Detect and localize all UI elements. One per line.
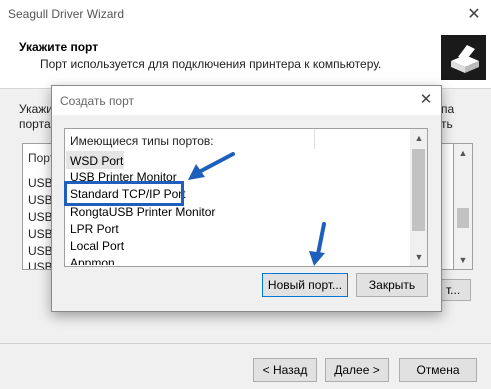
wizard-close-icon[interactable]: ✕ [463,4,485,26]
wizard-subheading: Порт используется для подключения принте… [40,57,382,71]
wizard-body-text: ть [441,117,453,131]
port-type-item[interactable]: WSD Port [70,153,123,169]
scroll-up-icon[interactable]: ▲ [414,133,424,143]
close-button[interactable]: Закрыть [356,273,428,297]
port-types-header: Имеющиеся типы портов: [70,134,214,148]
dialog-title: Создать порт [60,94,135,108]
port-type-item[interactable]: Local Port [70,238,124,254]
new-port-button[interactable]: Новый порт... [262,273,348,297]
port-type-item[interactable]: RongtaUSB Printer Monitor [70,204,215,220]
back-button[interactable]: < Назад [253,358,317,382]
wizard-body-text: па [441,102,455,116]
scroll-thumb[interactable] [457,208,469,228]
wizard-body-text: Укажи [19,102,54,116]
wizard-title: Seagull Driver Wizard [8,7,125,21]
port-list-scrollbar[interactable] [453,143,473,270]
port-type-item[interactable]: Appmon [70,255,115,265]
configure-port-button[interactable]: т... [440,279,471,301]
scroll-down-icon[interactable]: ▼ [414,252,424,262]
wizard-body-text: порта, [19,117,54,131]
cancel-button[interactable]: Отмена [399,358,477,382]
scroll-thumb[interactable] [412,149,425,231]
highlight-box [64,181,184,206]
column-divider [314,129,315,149]
scroll-down-icon[interactable]: ▼ [458,255,468,265]
wizard-footer-divider [0,343,491,344]
port-type-item[interactable]: LPR Port [70,221,119,237]
printer-icon [441,35,486,80]
next-button[interactable]: Далее > [325,358,389,382]
scroll-up-icon[interactable]: ▲ [458,148,468,158]
dialog-close-icon[interactable]: ✕ [416,90,436,110]
wizard-heading: Укажите порт [19,40,99,54]
